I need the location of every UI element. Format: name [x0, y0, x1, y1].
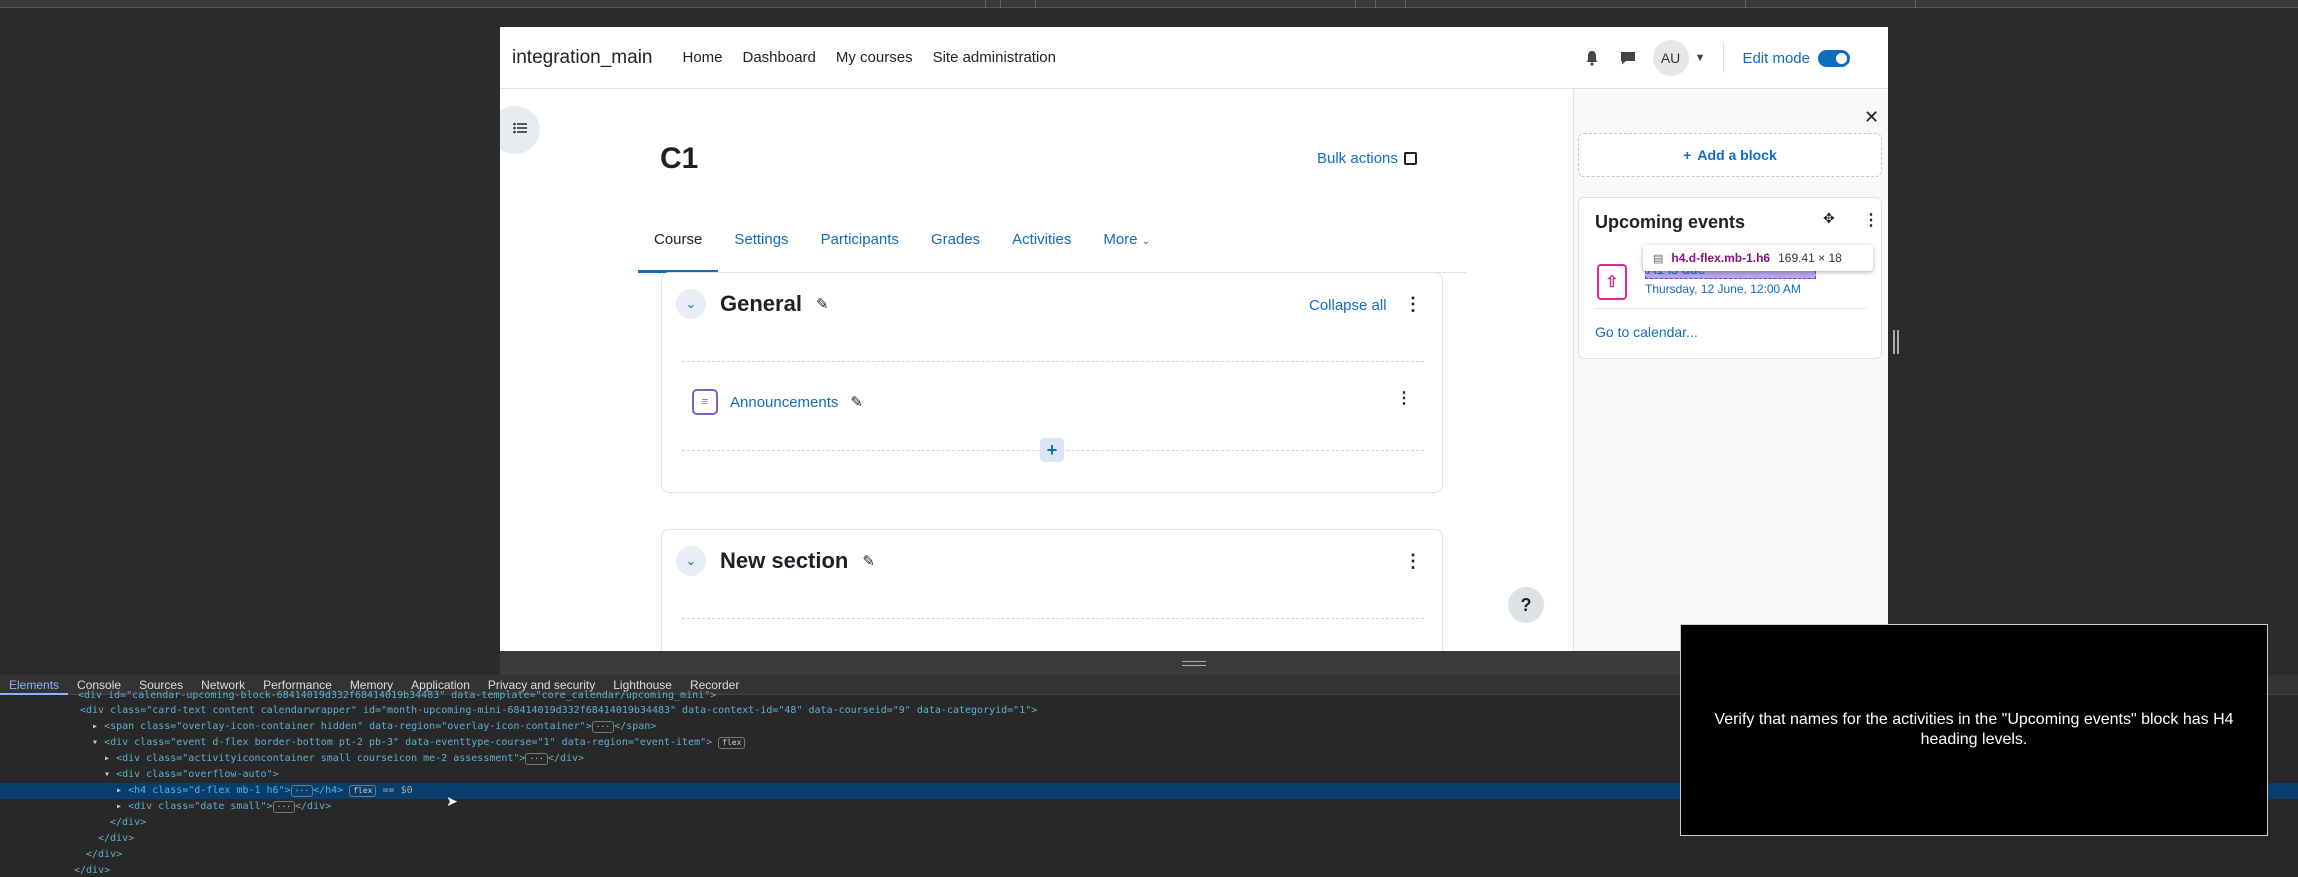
tooltip-size: 169.41 × 18 [1778, 251, 1842, 265]
kebab-menu-icon[interactable]: ⋮ [1404, 295, 1422, 313]
course-index-toggle-button[interactable] [500, 106, 540, 154]
edit-mode-control[interactable]: Edit mode [1742, 49, 1850, 67]
nav-home[interactable]: Home [682, 49, 722, 66]
nav-site-administration[interactable]: Site administration [933, 49, 1056, 66]
expanded-arrow-icon[interactable]: ▾ [104, 769, 110, 780]
section-new: ⌄ New section ✎ ⋮ [661, 529, 1443, 651]
task-instruction-overlay: Verify that names for the activities in … [1680, 624, 2268, 836]
add-block-button[interactable]: + Add a block [1578, 133, 1882, 177]
horizontal-resize-handle[interactable] [1182, 661, 1206, 666]
section-general: ⌄ General ✎ Collapse all ⋮ ≡ Announcemen… [661, 272, 1443, 493]
dom-node[interactable]: </div> [0, 847, 2298, 863]
edit-mode-label: Edit mode [1742, 49, 1810, 67]
dom-node[interactable]: </div> [0, 863, 2298, 877]
section-title[interactable]: New section [720, 548, 848, 574]
course-tabs: Course Settings Participants Grades Acti… [638, 215, 1466, 273]
chat-icon[interactable] [1617, 47, 1639, 69]
tab-activities[interactable]: Activities [996, 215, 1087, 273]
kebab-menu-icon[interactable]: ⋮ [1404, 552, 1422, 570]
nav-dashboard[interactable]: Dashboard [743, 49, 816, 66]
nav-my-courses[interactable]: My courses [836, 49, 913, 66]
bell-icon[interactable] [1581, 47, 1603, 69]
activity-link[interactable]: Announcements [730, 394, 838, 411]
page-title: C1 [660, 142, 699, 175]
collapse-all-link[interactable]: Collapse all [1309, 297, 1387, 314]
expanded-arrow-icon[interactable]: ▾ [92, 737, 98, 748]
vertical-resize-handle[interactable] [1893, 330, 1899, 354]
kebab-menu-icon[interactable]: ⋮ [1863, 210, 1879, 230]
divider [682, 361, 1424, 362]
element-icon: ▤ [1653, 252, 1664, 265]
edit-mode-toggle[interactable] [1818, 49, 1850, 67]
collapsed-arrow-icon[interactable]: ▸ [116, 785, 122, 796]
pencil-icon[interactable]: ✎ [850, 393, 863, 411]
tab-settings[interactable]: Settings [718, 215, 804, 273]
forum-icon: ≡ [692, 389, 718, 415]
pencil-icon[interactable]: ✎ [862, 552, 875, 570]
avatar[interactable]: AU [1652, 40, 1689, 76]
plus-icon: + [1683, 147, 1692, 163]
instruction-text: Verify that names for the activities in … [1714, 711, 2234, 748]
tab-grades[interactable]: Grades [915, 215, 996, 273]
upcoming-events-block: Upcoming events ✥ ⋮ ⇧ A1 is due Thursday… [1578, 197, 1882, 359]
user-navigation: AU ▼ Edit mode [1581, 27, 1850, 89]
go-to-calendar-link[interactable]: Go to calendar... [1595, 324, 1698, 340]
tooltip-selector: h4.d-flex.mb-1.h6 [1671, 251, 1771, 265]
tab-more[interactable]: More ⌄ [1087, 215, 1166, 273]
list-item: ≡ Announcements ✎ [692, 389, 863, 415]
block-title: Upcoming events [1595, 212, 1746, 232]
bulk-edit-icon [1403, 152, 1417, 165]
assignment-icon: ⇧ [1597, 264, 1627, 300]
collapsed-arrow-icon[interactable]: ▸ [104, 753, 110, 764]
section-header: ⌄ General ✎ [676, 289, 829, 319]
help-button[interactable]: ? [1508, 587, 1544, 623]
page-viewport: integration_main Home Dashboard My cours… [500, 27, 1888, 651]
chevron-down-icon: ⌄ [1141, 236, 1151, 247]
divider [1723, 43, 1725, 73]
browser-top-strip [0, 0, 2298, 8]
chevron-down-icon[interactable]: ▼ [1695, 52, 1706, 64]
bulk-actions-label: Bulk actions [1317, 150, 1398, 167]
divider [682, 618, 1424, 619]
mouse-cursor-icon: ➤ [446, 793, 458, 809]
collapsed-arrow-icon[interactable]: ▸ [92, 721, 98, 732]
tab-participants[interactable]: Participants [805, 215, 915, 273]
primary-navigation: Home Dashboard My courses Site administr… [682, 49, 1056, 66]
tab-course[interactable]: Course [638, 215, 719, 273]
pencil-icon[interactable]: ✎ [816, 295, 829, 313]
top-navbar: integration_main Home Dashboard My cours… [500, 27, 1888, 89]
site-brand[interactable]: integration_main [512, 47, 652, 69]
kebab-menu-icon[interactable]: ⋮ [1396, 391, 1412, 407]
add-block-label: Add a block [1697, 147, 1777, 163]
chevron-down-icon[interactable]: ⌄ [676, 289, 706, 319]
section-title[interactable]: General [720, 291, 802, 317]
inspector-tooltip: ▤ h4.d-flex.mb-1.h6 169.41 × 18 [1643, 245, 1873, 271]
block-drawer: ✕ + Add a block Upcoming events ✥ ⋮ ⇧ A1… [1573, 89, 1888, 651]
close-icon[interactable]: ✕ [1864, 107, 1879, 128]
event-date: Thursday, 12 June, 12:00 AM [1645, 282, 1801, 296]
add-content-button[interactable]: + [1040, 438, 1064, 462]
bulk-actions-button[interactable]: Bulk actions [1317, 150, 1417, 167]
move-icon[interactable]: ✥ [1823, 210, 1835, 227]
tab-more-label: More [1103, 231, 1138, 248]
collapsed-arrow-icon[interactable]: ▸ [116, 801, 122, 812]
chevron-down-icon[interactable]: ⌄ [676, 546, 706, 576]
divider [1595, 308, 1867, 309]
section-header: ⌄ New section ✎ [676, 546, 875, 576]
list-icon [513, 121, 527, 139]
